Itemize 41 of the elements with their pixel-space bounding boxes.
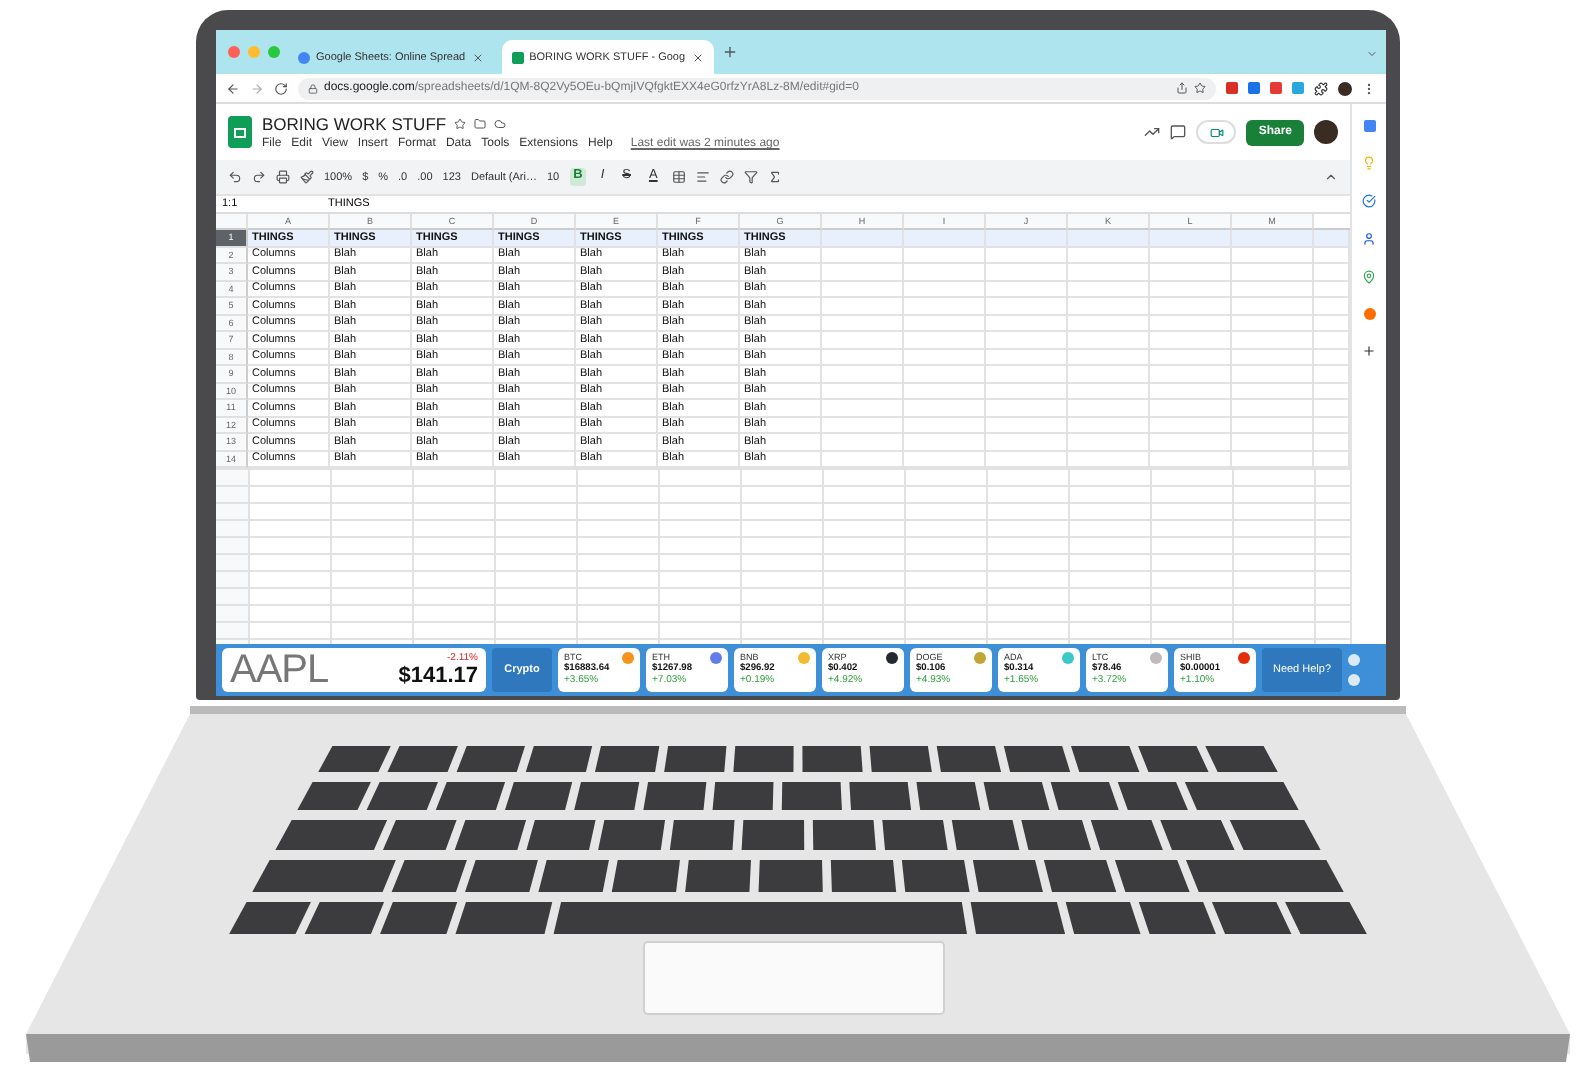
map-pin-icon[interactable]	[1362, 270, 1376, 284]
new-tab-icon[interactable]	[721, 44, 738, 60]
sheets-logo-icon[interactable]	[228, 116, 252, 148]
contacts-icon[interactable]	[1362, 232, 1376, 246]
favicon-icon	[298, 51, 310, 63]
lock-icon	[308, 83, 318, 93]
addon-icon[interactable]	[1363, 308, 1375, 320]
cloud-icon[interactable]	[494, 118, 507, 130]
trend-icon[interactable]	[1144, 124, 1161, 140]
bookmark-star-icon[interactable]	[1194, 82, 1206, 94]
comment-icon[interactable]	[1170, 124, 1187, 140]
add-icon[interactable]	[1362, 344, 1376, 358]
borders-icon[interactable]	[671, 170, 686, 184]
folder-icon[interactable]	[474, 118, 487, 130]
reload-icon[interactable]	[274, 81, 288, 95]
align-icon[interactable]	[695, 170, 710, 184]
select-all-corner[interactable]	[216, 214, 248, 230]
redo-icon[interactable]	[252, 170, 266, 184]
document-title[interactable]: BORING WORK STUFF	[262, 114, 447, 134]
stock-price: $141.17	[398, 664, 478, 688]
print-icon[interactable]	[276, 170, 290, 184]
extensions-icon[interactable]	[1314, 81, 1328, 95]
collapse-icon[interactable]	[1324, 170, 1338, 184]
tasks-icon[interactable]	[1362, 194, 1376, 208]
sheets-favicon-icon	[511, 51, 524, 63]
share-icon[interactable]	[1176, 82, 1188, 94]
stock-symbol: AAPL	[230, 647, 331, 693]
functions-icon[interactable]	[767, 170, 782, 184]
lightbulb-icon[interactable]	[1362, 156, 1376, 170]
undo-icon[interactable]	[228, 170, 242, 184]
chevron-down-icon[interactable]	[1366, 48, 1378, 60]
avatar-icon[interactable]	[1314, 120, 1338, 144]
meet-icon[interactable]	[1196, 120, 1237, 144]
forward-icon[interactable]	[250, 81, 264, 95]
back-icon[interactable]	[226, 81, 240, 95]
filter-icon[interactable]	[743, 170, 758, 184]
star-icon[interactable]	[454, 118, 467, 130]
link-icon[interactable]	[719, 170, 734, 184]
avatar-icon[interactable]	[1338, 81, 1352, 95]
menu-icon[interactable]	[1362, 81, 1376, 95]
paint-format-icon[interactable]	[300, 170, 314, 184]
